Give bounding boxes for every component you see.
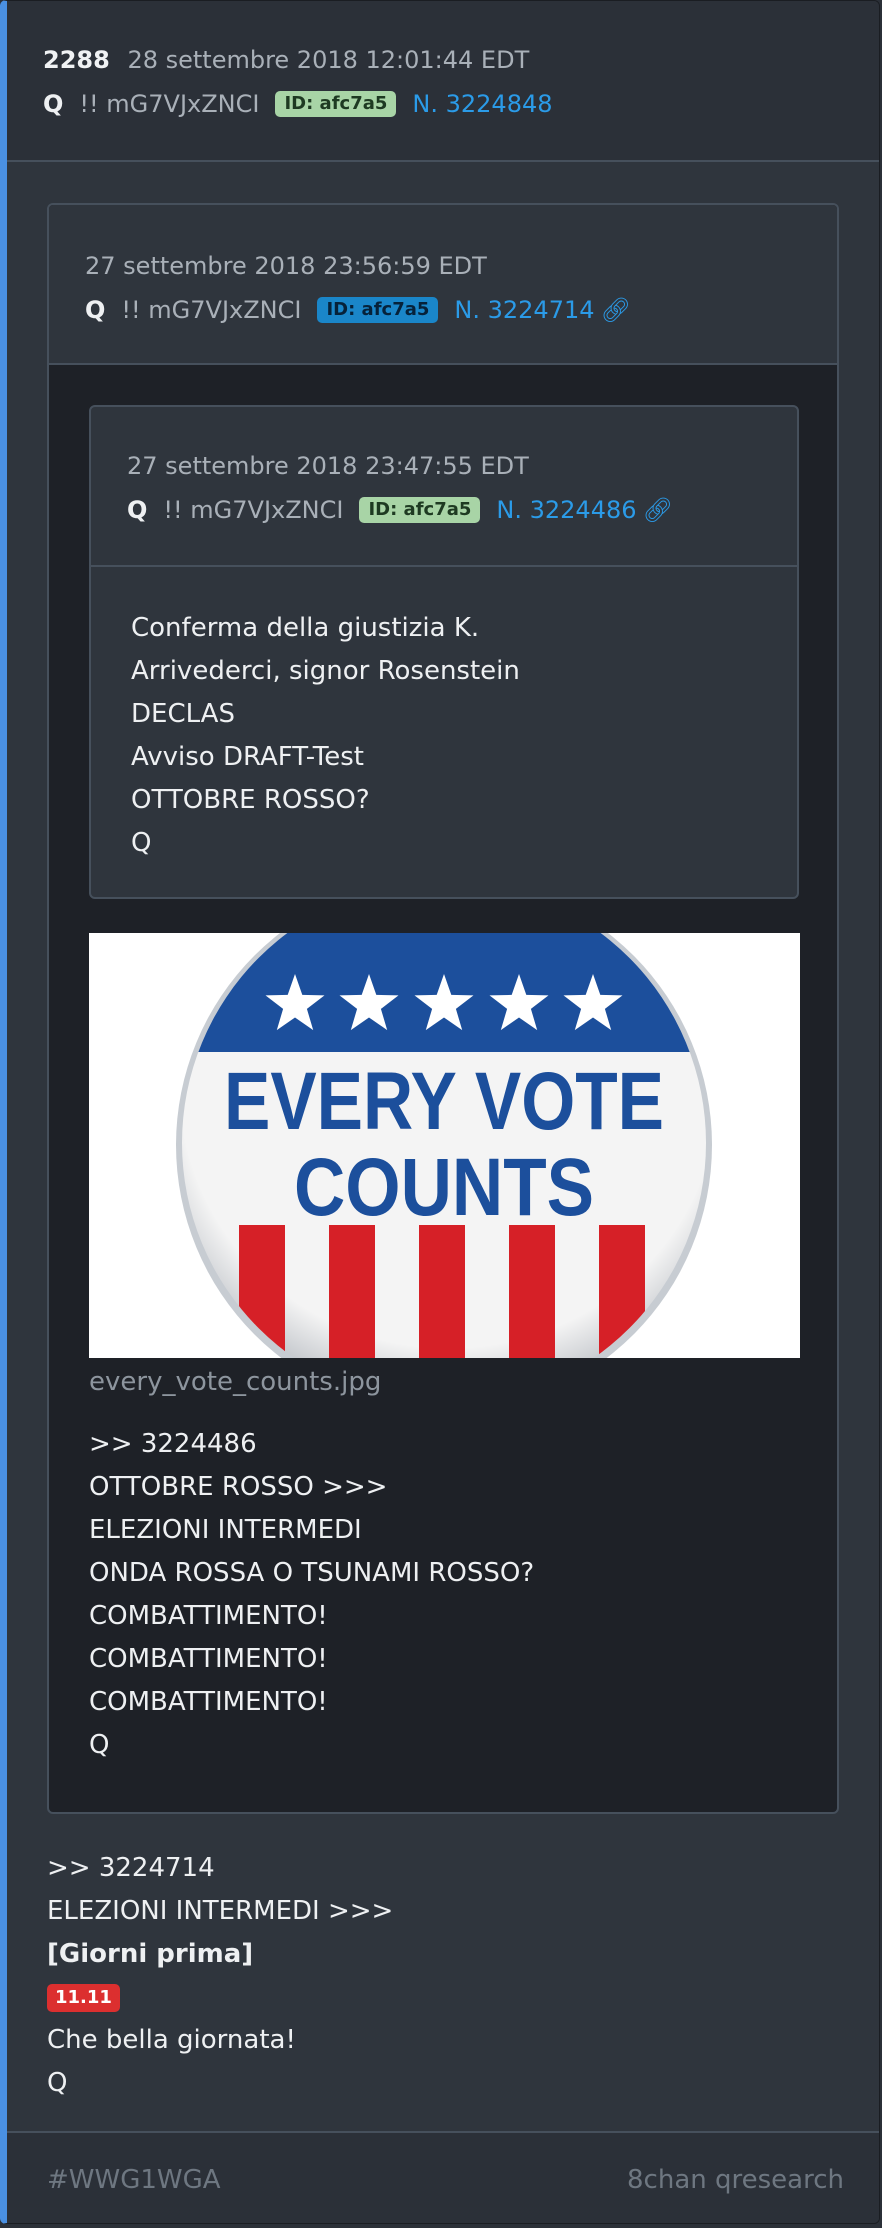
- quoted-post-number-link[interactable]: N. 3224714: [454, 295, 594, 325]
- body-line: COMBATTIMENTO!: [89, 1644, 328, 1674]
- quoted-post-author: Q: [85, 296, 106, 324]
- nested-quoted-post-number-link[interactable]: N. 3224486: [496, 495, 636, 525]
- nested-quoted-post-tripcode: !! mG7VJxZNCI: [163, 496, 344, 524]
- hashtag[interactable]: #WWG1WGA: [47, 2165, 221, 2195]
- link-icon[interactable]: 🔗︎: [643, 495, 673, 525]
- body-line: Che bella giornata!: [47, 2025, 296, 2055]
- body-line: ELEZIONI INTERMEDI: [89, 1515, 362, 1545]
- body-line: Arrivederci, signor Rosenstein: [131, 656, 520, 686]
- image-text-line2: COUNTS: [294, 1142, 594, 1233]
- image-text-line1: EVERY VOTE: [224, 1056, 664, 1147]
- body-line-badge-row: 11.11: [47, 1976, 393, 2019]
- body-line: DECLAS: [131, 699, 235, 729]
- body-line-bold: [Giorni prima]: [47, 1939, 254, 1969]
- body-line: Q: [47, 2068, 68, 2098]
- body-line: COMBATTIMENTO!: [89, 1687, 328, 1717]
- nested-quoted-post-id-badge: ID: afc7a5: [359, 497, 481, 523]
- body-line: Q: [89, 1730, 110, 1760]
- attached-image[interactable]: EVERY VOTE COUNTS: [89, 933, 800, 1358]
- every-vote-counts-button-image: EVERY VOTE COUNTS: [176, 933, 712, 1358]
- quoted-post-tripcode: !! mG7VJxZNCI: [121, 296, 302, 324]
- board-name: 8chan qresearch: [627, 2165, 844, 2195]
- post-body: >> 3224714 ELEZIONI INTERMEDI >>> [Giorn…: [47, 1847, 393, 2105]
- post-footer: #WWG1WGA 8chan qresearch: [7, 2131, 879, 2223]
- nested-quoted-post-body: Conferma della giustizia K. Arrivederci,…: [91, 567, 797, 865]
- quoted-post-3224486: 27 settembre 2018 23:47:55 EDT Q !! mG7V…: [89, 405, 799, 899]
- body-line: OTTOBRE ROSSO >>>: [89, 1472, 388, 1502]
- body-line: Q: [131, 828, 152, 858]
- nested-quoted-post-header: 27 settembre 2018 23:47:55 EDT Q !! mG7V…: [91, 407, 797, 567]
- post-tripcode: !! mG7VJxZNCI: [79, 90, 260, 118]
- image-filename[interactable]: every_vote_counts.jpg: [89, 1367, 381, 1397]
- post-header: 2288 28 settembre 2018 12:01:44 EDT Q !!…: [7, 1, 879, 162]
- quoted-post-date: 27 settembre 2018 23:56:59 EDT: [85, 252, 487, 280]
- body-line[interactable]: >> 3224714: [47, 1847, 393, 1890]
- post-date: 28 settembre 2018 12:01:44 EDT: [127, 46, 530, 74]
- body-line: ELEZIONI INTERMEDI >>>: [47, 1896, 394, 1926]
- link-icon[interactable]: 🔗︎: [601, 295, 631, 325]
- body-line: COMBATTIMENTO!: [89, 1601, 328, 1631]
- date-badge: 11.11: [47, 1983, 120, 2012]
- red-stripe: [419, 1225, 465, 1358]
- quoted-post-id-badge: ID: afc7a5: [317, 297, 439, 323]
- post-number-link[interactable]: N. 3224848: [412, 89, 552, 119]
- red-stripe: [509, 1225, 555, 1358]
- post-card: 2288 28 settembre 2018 12:01:44 EDT Q !!…: [0, 0, 880, 2224]
- nested-quoted-post-author: Q: [127, 496, 148, 524]
- post-id-badge: ID: afc7a5: [275, 91, 397, 117]
- quoted-post-body: >> 3224486 OTTOBRE ROSSO >>> ELEZIONI IN…: [89, 1423, 534, 1767]
- body-line: OTTOBRE ROSSO?: [131, 785, 370, 815]
- nested-quoted-post-date: 27 settembre 2018 23:47:55 EDT: [127, 452, 529, 480]
- red-stripe: [329, 1225, 375, 1358]
- quoted-post-3224714: 27 settembre 2018 23:56:59 EDT Q !! mG7V…: [47, 203, 839, 1814]
- post-number: 2288: [43, 46, 110, 74]
- quoted-post-header: 27 settembre 2018 23:56:59 EDT Q !! mG7V…: [49, 205, 837, 365]
- body-line: Avviso DRAFT-Test: [131, 742, 364, 772]
- body-line: ONDA ROSSA O TSUNAMI ROSSO?: [89, 1558, 535, 1588]
- post-author: Q: [43, 90, 64, 118]
- body-line: Conferma della giustizia K.: [131, 613, 480, 643]
- body-line[interactable]: >> 3224486: [89, 1423, 534, 1466]
